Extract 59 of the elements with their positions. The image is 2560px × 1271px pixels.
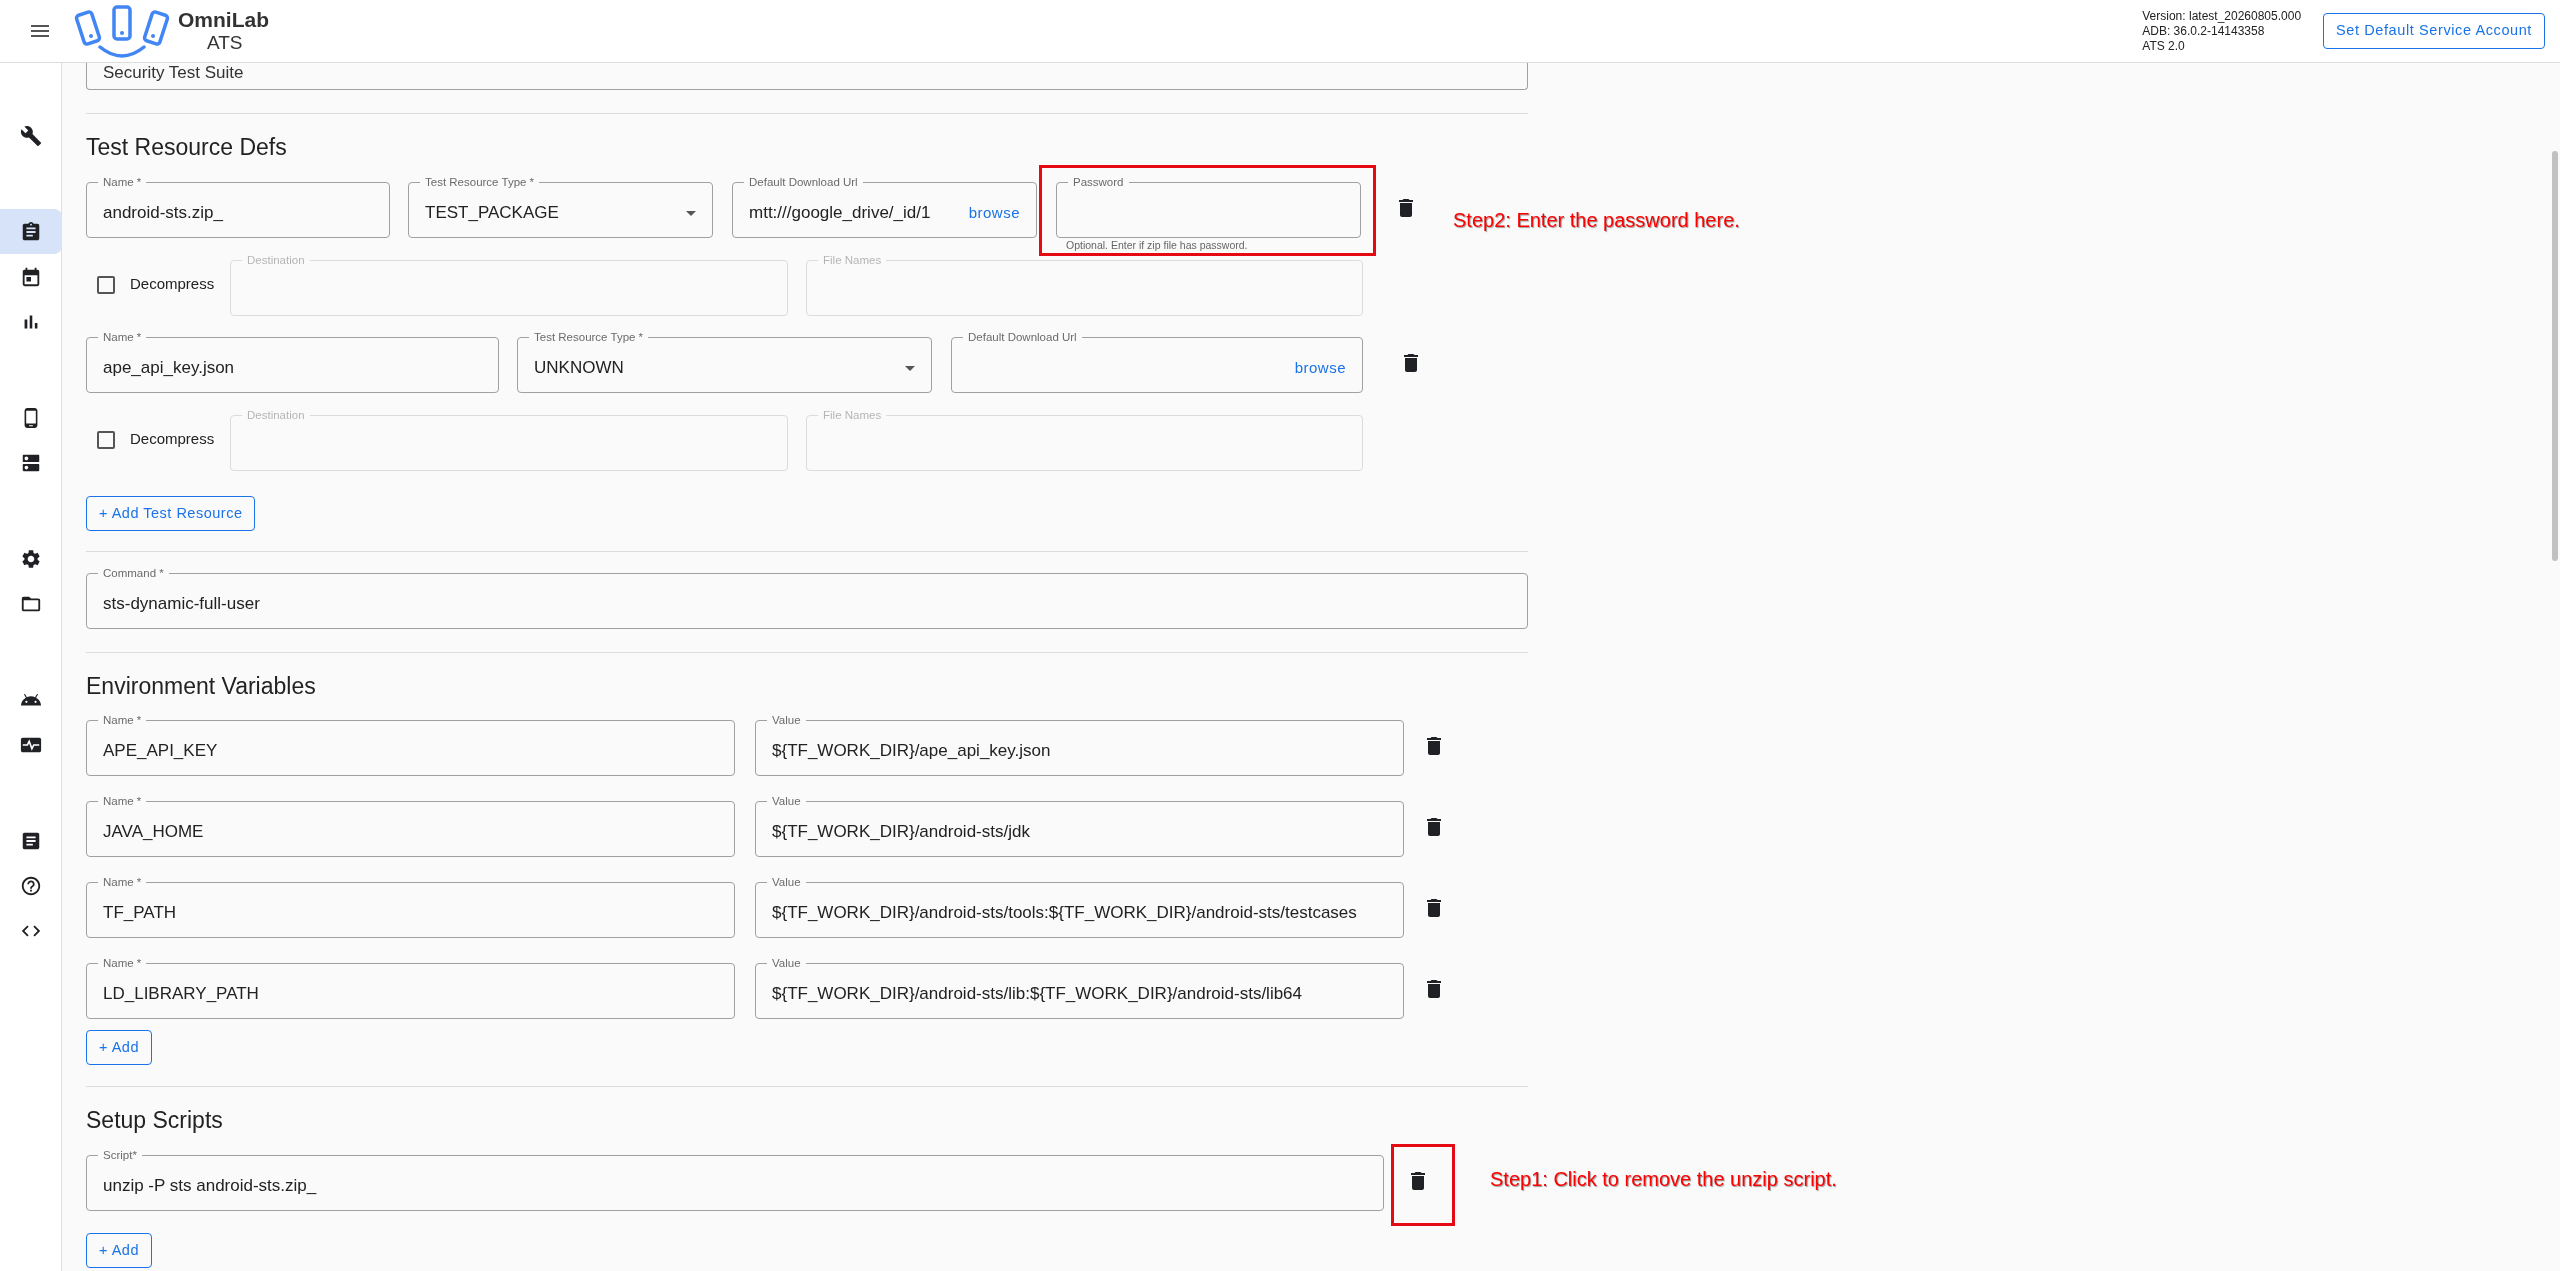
delete-icon[interactable] xyxy=(1427,737,1441,755)
delete-icon[interactable] xyxy=(1427,980,1441,998)
section-title: Environment Variables xyxy=(86,672,317,701)
value-field[interactable]: Value ${TF_WORK_DIR}/android-sts/jdk xyxy=(755,794,1404,857)
scrollbar[interactable] xyxy=(2552,151,2558,561)
add-button[interactable]: + Add xyxy=(86,1233,152,1268)
suite-field[interactable]: Security Test Suite xyxy=(86,63,1528,90)
calendar-icon xyxy=(20,265,42,288)
value-field[interactable]: Value ${TF_WORK_DIR}/android-sts/tools:${TF_WORK_DIR}/android-sts/testcases xyxy=(755,875,1404,938)
value-field[interactable]: Value ${TF_WORK_DIR}/android-sts/lib:${TF_WORK_DIR}/android-sts/lib64 xyxy=(755,956,1404,1019)
name-field[interactable]: Name * TF_PATH xyxy=(86,875,735,938)
caret-icon xyxy=(686,210,696,216)
url-field[interactable]: Default Download Url browse xyxy=(951,330,1363,393)
wrench-icon xyxy=(20,124,42,147)
nav-item[interactable] xyxy=(0,209,62,254)
name-field[interactable]: Name * LD_LIBRARY_PATH xyxy=(86,956,735,1019)
delete-icon[interactable] xyxy=(1427,818,1441,836)
file-names-field: File Names xyxy=(806,408,1363,471)
browse-link[interactable]: browse xyxy=(962,201,1020,225)
service-account-button[interactable]: Set Default Service Account xyxy=(2323,13,2545,49)
delete-icon[interactable] xyxy=(1404,354,1418,372)
section-title: Setup Scripts xyxy=(86,1106,224,1135)
name-field[interactable]: Name * android-sts.zip_ xyxy=(86,175,390,238)
checkbox-label: Decompress xyxy=(130,429,216,450)
version-info: ATS 2.0 xyxy=(2142,38,2186,54)
help-icon xyxy=(20,874,42,897)
clipboard-icon xyxy=(20,220,42,243)
type-dropdown[interactable]: Test Resource Type * UNKNOWN xyxy=(517,330,932,393)
checkbox-label: Decompress xyxy=(130,274,216,295)
delete-icon[interactable] xyxy=(1411,1172,1425,1190)
version-info: Version: latest_20260805.000 xyxy=(2142,8,2302,24)
settings-icon xyxy=(20,547,42,570)
version-info: ADB: 36.0.2-14143358 xyxy=(2142,23,2266,39)
type-dropdown[interactable]: Test Resource Type * TEST_PACKAGE xyxy=(408,175,713,238)
field-hint: Optional. Enter if zip file has password. xyxy=(1065,238,1249,252)
logo-title: OmniLab xyxy=(178,8,269,32)
section-title: Test Resource Defs xyxy=(86,133,288,162)
caret-icon xyxy=(905,365,915,371)
value-field[interactable]: Value ${TF_WORK_DIR}/ape_api_key.json xyxy=(755,713,1404,776)
command-field[interactable]: Command * sts-dynamic-full-user xyxy=(86,566,1528,629)
destination-field: Destination xyxy=(230,408,788,471)
annotation-text: Step2: Enter the password here. xyxy=(1453,208,1740,233)
name-field[interactable]: Name * APE_API_KEY xyxy=(86,713,735,776)
url-field[interactable]: Default Download Url mtt:///google_drive/_id/1 browse xyxy=(732,175,1037,238)
logo-subtitle: ATS xyxy=(207,32,244,54)
add-test-resource-button[interactable]: + Add Test Resource xyxy=(86,496,256,531)
checkbox[interactable] xyxy=(97,275,115,294)
delete-icon[interactable] xyxy=(1427,899,1441,917)
password-field[interactable]: Password xyxy=(1056,175,1361,238)
browse-link[interactable]: browse xyxy=(1288,356,1346,380)
add-button[interactable]: + Add xyxy=(86,1030,152,1065)
delete-icon[interactable] xyxy=(1399,199,1413,217)
destination-field: Destination xyxy=(230,253,788,316)
annotation-text: Step1: Click to remove the unzip script. xyxy=(1490,1167,1837,1192)
name-field[interactable]: Name * ape_api_key.json xyxy=(86,330,499,393)
name-field[interactable]: Name * JAVA_HOME xyxy=(86,794,735,857)
script-field[interactable]: Script* unzip -P sts android-sts.zip_ xyxy=(86,1148,1384,1211)
checkbox[interactable] xyxy=(97,430,115,449)
file-names-field: File Names xyxy=(806,253,1363,316)
